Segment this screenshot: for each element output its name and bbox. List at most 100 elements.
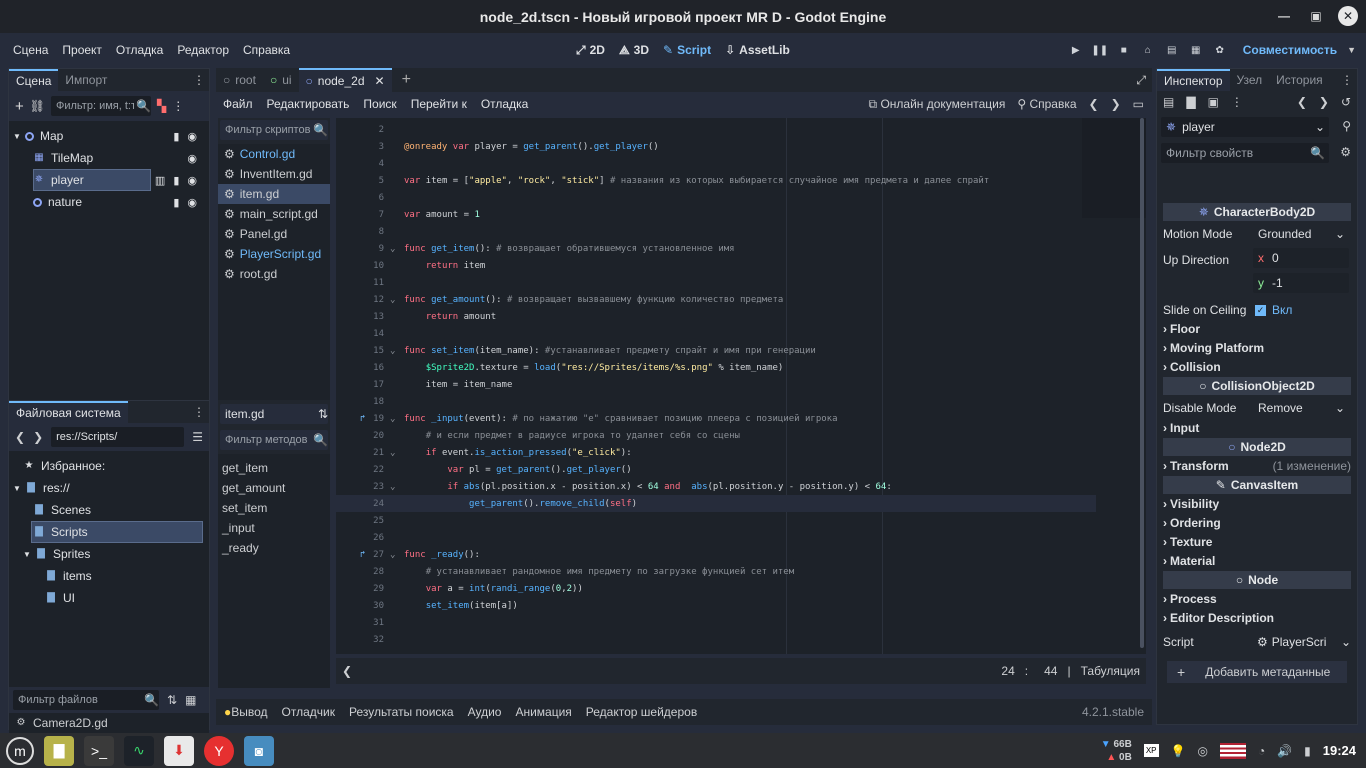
- script-menu-edit[interactable]: Редактировать: [260, 97, 357, 111]
- play-custom-scene-icon[interactable]: ▦: [1189, 43, 1203, 57]
- menu-project[interactable]: Проект: [55, 43, 109, 57]
- grid-view-icon[interactable]: ▦: [185, 693, 196, 707]
- code-line[interactable]: 7 var amount = 1: [336, 206, 1096, 223]
- bottom-tab-output[interactable]: ●Вывод: [224, 705, 268, 719]
- script-resource-picker[interactable]: PlayerScri: [1272, 635, 1327, 649]
- sort-icon[interactable]: ⇅: [318, 407, 328, 421]
- visibility-eye-icon[interactable]: ◉: [187, 196, 197, 209]
- tree-node-tilemap[interactable]: ▦ TileMap ◉: [13, 147, 203, 169]
- add-tab-icon[interactable]: +: [402, 71, 411, 89]
- method-list-item[interactable]: _ready: [218, 538, 330, 558]
- tab-import[interactable]: Импорт: [58, 69, 114, 91]
- mint-menu-icon[interactable]: m: [6, 736, 34, 765]
- code-line[interactable]: 6: [336, 189, 1096, 206]
- clock[interactable]: 19:24: [1323, 743, 1356, 758]
- tree-node-player[interactable]: ✵ player ▥ ▮ ◉: [13, 169, 203, 191]
- script-list-item[interactable]: ⚙ item.gd: [218, 184, 330, 204]
- split-view-icon[interactable]: ☰: [192, 430, 203, 444]
- forward-icon[interactable]: ❯: [33, 430, 43, 444]
- code-line[interactable]: 11: [336, 274, 1096, 291]
- movie-maker-icon[interactable]: ✿: [1213, 43, 1227, 57]
- menu-debug[interactable]: Отладка: [109, 43, 170, 57]
- files-app-icon[interactable]: ▇: [44, 735, 74, 766]
- workspace-script[interactable]: ✎ Script: [663, 43, 711, 57]
- scripts-filter-input[interactable]: Фильтр скриптов 🔍: [220, 120, 328, 140]
- script-list-item[interactable]: ⚙ root.gd: [218, 264, 330, 284]
- dock-menu-icon[interactable]: ⋮: [193, 405, 205, 419]
- save-icon[interactable]: ▣: [1208, 95, 1219, 109]
- code-line[interactable]: 22 var pl = get_parent().get_player(): [336, 461, 1096, 478]
- battery-icon[interactable]: ▮: [1304, 744, 1311, 758]
- code-line[interactable]: 12 func get_amount(): # возвращает вызвав…: [336, 291, 1096, 308]
- code-line[interactable]: 31: [336, 614, 1096, 631]
- code-line[interactable]: 27 func _ready(): ⌄ ↱: [336, 546, 1096, 563]
- inspected-object-select[interactable]: ✵ player ⌄: [1161, 117, 1329, 137]
- remote-debug-icon[interactable]: ⌂: [1141, 43, 1155, 57]
- code-line[interactable]: 4: [336, 155, 1096, 172]
- code-line[interactable]: 23 if abs(pl.position.x - position.x) < …: [336, 478, 1096, 495]
- code-line[interactable]: 28 # устанавливает рандомное имя предмет…: [336, 563, 1096, 580]
- code-line[interactable]: 20 # и если предмет в радиусе игрока то …: [336, 427, 1096, 444]
- folder-items[interactable]: ▇ items: [45, 565, 92, 587]
- sort-icon[interactable]: ⇅: [167, 693, 177, 707]
- script-icon[interactable]: ▮: [173, 196, 179, 209]
- prev-script-icon[interactable]: ❮: [1089, 97, 1099, 111]
- dock-menu-icon[interactable]: ⋮: [193, 73, 205, 87]
- float-window-icon[interactable]: ▭: [1133, 97, 1144, 111]
- section-transform[interactable]: › Transform (1 изменение): [1163, 457, 1351, 475]
- code-line[interactable]: 21 if event.is_action_pressed("e_click")…: [336, 444, 1096, 461]
- scene-tab-root[interactable]: ○ root: [216, 68, 263, 92]
- visibility-eye-icon[interactable]: ◉: [187, 130, 197, 143]
- file-filter-input[interactable]: Фильтр файлов 🔍: [13, 690, 159, 710]
- code-line[interactable]: 16 $Sprite2D.texture = load("res://Sprit…: [336, 359, 1096, 376]
- fold-arrow-icon[interactable]: ⌄: [390, 295, 395, 305]
- code-line[interactable]: 29 var a = int(randi_range(0,2)): [336, 580, 1096, 597]
- back-icon[interactable]: ❮: [15, 430, 25, 444]
- lightbulb-icon[interactable]: 💡: [1171, 744, 1186, 758]
- section-editor-description[interactable]: › Editor Description: [1163, 609, 1351, 627]
- bottom-tab-shader-editor[interactable]: Редактор шейдеров: [586, 705, 697, 719]
- new-resource-icon[interactable]: ▤: [1163, 95, 1174, 109]
- script-menu-debug[interactable]: Отладка: [474, 97, 535, 111]
- folder-res[interactable]: ▼ ▇ res://: [13, 477, 70, 499]
- code-line[interactable]: 5 var item = ["apple", "rock", "stick"] #…: [336, 172, 1096, 189]
- code-line[interactable]: 24 get_parent().remove_child(self): [336, 495, 1096, 512]
- bottom-tab-audio[interactable]: Аудио: [468, 705, 502, 719]
- editor-scrollbar[interactable]: [1140, 118, 1144, 648]
- download-app-icon[interactable]: ⬇: [164, 735, 194, 766]
- keyboard-layout-flag-icon[interactable]: [1219, 742, 1246, 759]
- inspector-menu-icon[interactable]: ⋮: [1231, 95, 1243, 109]
- folder-scenes[interactable]: ▇ Scenes: [33, 499, 91, 521]
- script-attach-icon[interactable]: ▚: [157, 99, 166, 113]
- script-menu-search[interactable]: Поиск: [356, 97, 403, 111]
- code-editor[interactable]: 2 3 @onready var player = get_parent().get…: [336, 118, 1146, 654]
- indent-mode[interactable]: Табуляция: [1081, 664, 1140, 678]
- clapper-icon[interactable]: ▥: [155, 174, 165, 187]
- script-list-item[interactable]: ⚙ Panel.gd: [218, 224, 330, 244]
- terminal-app-icon[interactable]: >_: [84, 735, 114, 766]
- code-line[interactable]: 32: [336, 631, 1096, 648]
- volume-icon[interactable]: 🔊: [1277, 744, 1292, 758]
- code-minimap[interactable]: [1082, 118, 1146, 218]
- distraction-free-icon[interactable]: ⤢: [1136, 73, 1146, 88]
- scene-tab-node2d[interactable]: ○ node_2d ✕: [298, 68, 392, 92]
- scene-filter-input[interactable]: Фильтр: имя, t:тип🔍: [51, 96, 151, 116]
- code-line[interactable]: 17 item = item_name: [336, 376, 1096, 393]
- favorites-item[interactable]: ★ Избранное:: [23, 455, 106, 477]
- code-line[interactable]: 19 func _input(event): # по нажатию "e" с…: [336, 410, 1096, 427]
- play-icon[interactable]: ▶: [1069, 43, 1083, 57]
- steam-icon[interactable]: ◎: [1197, 744, 1207, 758]
- visibility-eye-icon[interactable]: ◉: [187, 152, 197, 165]
- yandex-browser-icon[interactable]: Y: [204, 735, 234, 766]
- tab-history[interactable]: История: [1269, 69, 1330, 91]
- help-button[interactable]: ⚲ Справка: [1017, 97, 1076, 111]
- renderer-select[interactable]: Совместимость: [1243, 43, 1337, 57]
- property-filter-input[interactable]: Фильтр свойств 🔍: [1161, 143, 1329, 163]
- section-moving-platform[interactable]: › Moving Platform: [1163, 339, 1351, 357]
- section-process[interactable]: › Process: [1163, 590, 1351, 608]
- fold-arrow-icon[interactable]: ⌄: [390, 550, 395, 560]
- bottom-tab-debugger[interactable]: Отладчик: [282, 705, 335, 719]
- script-list-item[interactable]: ⚙ PlayerScript.gd: [218, 244, 330, 264]
- open-folder-icon[interactable]: ▇: [1186, 95, 1195, 109]
- code-line[interactable]: 9 func get_item(): # возвращает обративше…: [336, 240, 1096, 257]
